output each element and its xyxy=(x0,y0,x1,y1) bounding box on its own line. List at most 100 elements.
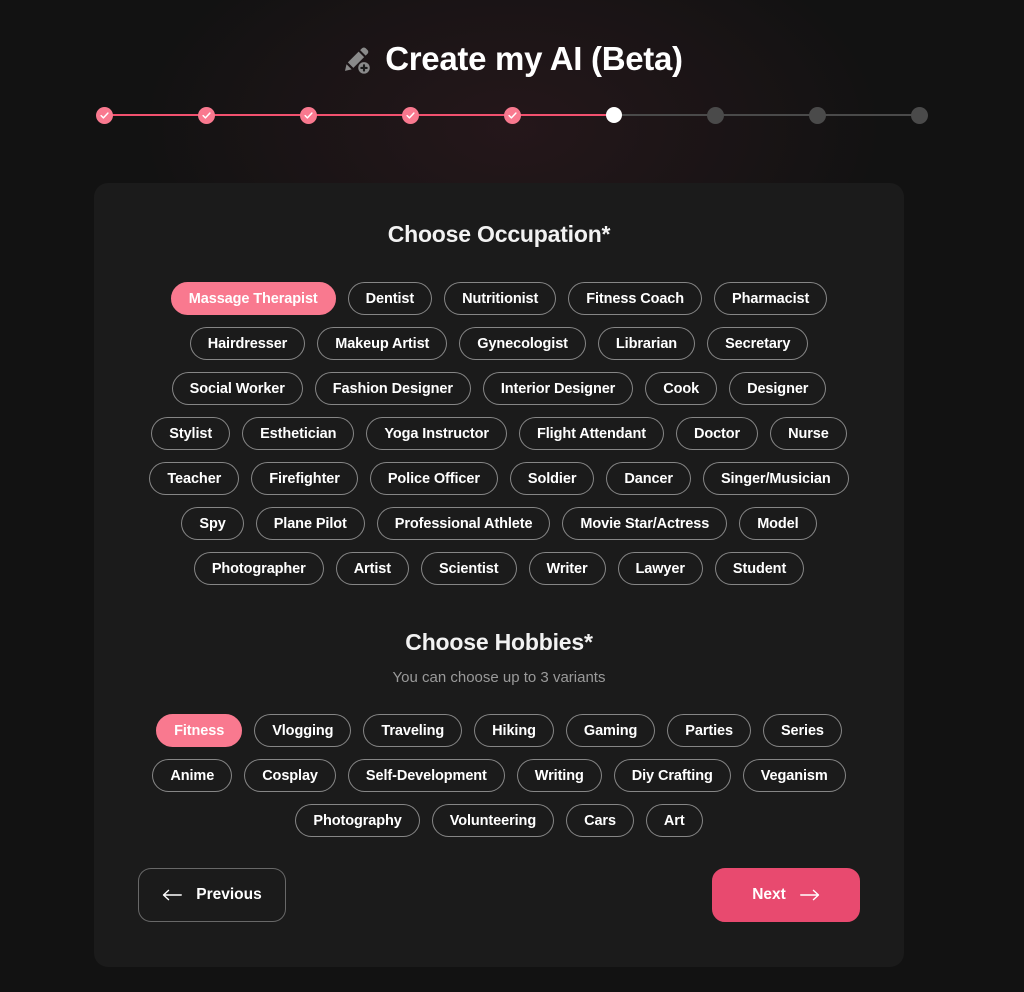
pill-label: Photography xyxy=(313,812,402,829)
occupation-option-singer-musician[interactable]: Singer/Musician xyxy=(702,462,849,495)
pill-label: Student xyxy=(732,560,787,577)
occupation-option-social-worker[interactable]: Social Worker xyxy=(171,372,303,405)
stepper-step-5[interactable] xyxy=(504,106,521,124)
hobby-option-gaming[interactable]: Gaming xyxy=(565,714,656,747)
previous-button[interactable]: Previous xyxy=(138,868,286,922)
occupation-option-makeup-artist[interactable]: Makeup Artist xyxy=(317,327,448,360)
hobby-option-traveling[interactable]: Traveling xyxy=(363,714,463,747)
occupation-option-soldier[interactable]: Soldier xyxy=(509,462,595,495)
occupation-option-teacher[interactable]: Teacher xyxy=(149,462,240,495)
occupation-option-designer[interactable]: Designer xyxy=(729,372,827,405)
hobby-option-cars[interactable]: Cars xyxy=(566,804,634,837)
stepper-step-2[interactable] xyxy=(198,106,215,124)
pill-label: Artist xyxy=(353,560,391,577)
hobby-option-series[interactable]: Series xyxy=(762,714,842,747)
hobby-option-parties[interactable]: Parties xyxy=(667,714,751,747)
hobby-option-hiking[interactable]: Hiking xyxy=(474,714,554,747)
occupation-option-lawyer[interactable]: Lawyer xyxy=(617,552,703,585)
stepper-step-4[interactable] xyxy=(402,106,419,124)
occupation-option-plane-pilot[interactable]: Plane Pilot xyxy=(255,507,365,540)
pill-label: Veganism xyxy=(760,767,828,784)
occupation-option-nurse[interactable]: Nurse xyxy=(770,417,847,450)
check-icon xyxy=(100,111,109,119)
occupation-option-yoga-instructor[interactable]: Yoga Instructor xyxy=(366,417,507,450)
hobbies-section-title: Choose Hobbies* xyxy=(405,629,593,655)
occupation-option-gynecologist[interactable]: Gynecologist xyxy=(459,327,586,360)
occupation-option-photographer[interactable]: Photographer xyxy=(193,552,324,585)
pill-label: Hiking xyxy=(492,722,536,739)
occupation-option-dentist[interactable]: Dentist xyxy=(347,282,433,315)
pill-label: Movie Star/Actress xyxy=(580,515,710,532)
hobby-option-writing[interactable]: Writing xyxy=(516,759,602,792)
pill-label: Spy xyxy=(199,515,226,532)
occupation-option-stylist[interactable]: Stylist xyxy=(151,417,231,450)
occupation-option-massage-therapist[interactable]: Massage Therapist xyxy=(170,282,336,315)
wizard-footer: Previous Next xyxy=(138,868,860,922)
occupation-option-nutritionist[interactable]: Nutritionist xyxy=(444,282,557,315)
hobby-option-cosplay[interactable]: Cosplay xyxy=(244,759,336,792)
occupation-option-doctor[interactable]: Doctor xyxy=(675,417,759,450)
stepper-step-3[interactable] xyxy=(300,106,317,124)
occupation-option-pharmacist[interactable]: Pharmacist xyxy=(714,282,828,315)
occupation-option-fashion-designer[interactable]: Fashion Designer xyxy=(314,372,471,405)
occupation-option-librarian[interactable]: Librarian xyxy=(597,327,696,360)
occupation-option-artist[interactable]: Artist xyxy=(335,552,409,585)
hobby-option-veganism[interactable]: Veganism xyxy=(742,759,846,792)
next-button-label: Next xyxy=(752,886,786,903)
hobby-option-volunteering[interactable]: Volunteering xyxy=(431,804,555,837)
occupation-option-flight-attendant[interactable]: Flight Attendant xyxy=(518,417,664,450)
pill-label: Nutritionist xyxy=(462,290,539,307)
stepper-step-8[interactable] xyxy=(809,106,826,124)
pill-label: Scientist xyxy=(438,560,499,577)
check-icon xyxy=(406,111,415,119)
occupation-option-spy[interactable]: Spy xyxy=(181,507,244,540)
occupation-option-esthetician[interactable]: Esthetician xyxy=(242,417,355,450)
pill-label: Massage Therapist xyxy=(188,290,318,307)
occupation-option-interior-designer[interactable]: Interior Designer xyxy=(482,372,634,405)
hobby-option-vlogging[interactable]: Vlogging xyxy=(254,714,352,747)
pill-label: Dentist xyxy=(365,290,415,307)
pill-label: Esthetician xyxy=(260,425,337,442)
hobby-option-fitness[interactable]: Fitness xyxy=(156,714,243,747)
occupation-option-cook[interactable]: Cook xyxy=(645,372,718,405)
occupation-option-model[interactable]: Model xyxy=(739,507,817,540)
hobbies-options-group: Fitness Vlogging Traveling Hiking Gaming Part… xyxy=(138,714,860,837)
pill-label: Volunteering xyxy=(449,812,537,829)
occupation-option-firefighter[interactable]: Firefighter xyxy=(251,462,358,495)
occupation-option-scientist[interactable]: Scientist xyxy=(420,552,517,585)
pill-label: Gynecologist xyxy=(477,335,568,352)
stepper-step-7[interactable] xyxy=(707,106,724,124)
hobby-option-diy-crafting[interactable]: Diy Crafting xyxy=(613,759,731,792)
pill-label: Teacher xyxy=(167,470,222,487)
pill-label: Diy Crafting xyxy=(631,767,713,784)
stepper-step-6[interactable] xyxy=(606,107,622,123)
pill-label: Nurse xyxy=(788,425,829,442)
occupation-option-fitness-coach[interactable]: Fitness Coach xyxy=(568,282,703,315)
hobby-option-art[interactable]: Art xyxy=(645,804,703,837)
hobby-option-self-development[interactable]: Self-Development xyxy=(347,759,505,792)
page-header: Create my AI (Beta) xyxy=(0,0,1024,82)
wizard-card: Choose Occupation* Massage Therapist Dent… xyxy=(94,183,904,967)
occupation-option-hairdresser[interactable]: Hairdresser xyxy=(189,327,306,360)
pill-label: Police Officer xyxy=(387,470,480,487)
stepper-step-9[interactable] xyxy=(911,106,928,124)
hobby-option-photography[interactable]: Photography xyxy=(295,804,420,837)
pill-label: Dancer xyxy=(624,470,673,487)
arrow-left-icon xyxy=(163,889,183,901)
occupation-option-police-officer[interactable]: Police Officer xyxy=(369,462,498,495)
occupation-option-secretary[interactable]: Secretary xyxy=(707,327,809,360)
occupation-option-movie-star-actress[interactable]: Movie Star/Actress xyxy=(562,507,728,540)
hobby-option-anime[interactable]: Anime xyxy=(152,759,233,792)
occupation-option-dancer[interactable]: Dancer xyxy=(606,462,691,495)
pill-label: Plane Pilot xyxy=(273,515,347,532)
occupation-option-professional-athlete[interactable]: Professional Athlete xyxy=(376,507,551,540)
occupation-option-student[interactable]: Student xyxy=(714,552,805,585)
pill-label: Pharmacist xyxy=(732,290,810,307)
stepper-step-1[interactable] xyxy=(96,106,113,124)
pill-label: Writer xyxy=(546,560,588,577)
pill-label: Yoga Instructor xyxy=(384,425,489,442)
next-button[interactable]: Next xyxy=(712,868,860,922)
occupation-options-group: Massage Therapist Dentist Nutritionist Fitn… xyxy=(138,282,860,585)
occupation-option-writer[interactable]: Writer xyxy=(528,552,606,585)
pill-label: Anime xyxy=(170,767,215,784)
